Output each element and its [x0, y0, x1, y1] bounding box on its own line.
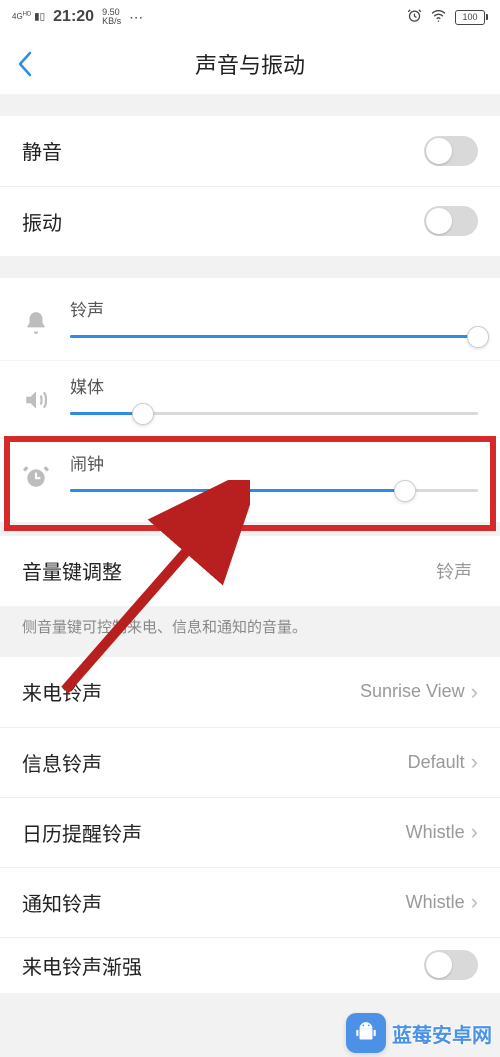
- silent-toggle[interactable]: [424, 136, 478, 166]
- calendar-value: Whistle: [406, 822, 465, 843]
- incoming-label: 来电铃声: [22, 677, 102, 706]
- volumekey-value: 铃声: [436, 558, 472, 584]
- incoming-value: Sunrise View: [360, 681, 465, 702]
- title-bar: 声音与振动: [0, 34, 500, 94]
- slider-ringtone[interactable]: [70, 335, 478, 338]
- row-silent[interactable]: 静音: [0, 116, 500, 186]
- chevron-right-icon: ›: [471, 889, 478, 915]
- volumekey-label: 音量键调整: [22, 556, 122, 585]
- slider-alarm-label: 闹钟: [70, 450, 478, 475]
- slider-alarm-fill: [70, 489, 405, 492]
- slider-alarm[interactable]: [70, 489, 478, 492]
- slider-ringtone-row: 铃声: [0, 278, 500, 360]
- row-vibrate[interactable]: 振动: [0, 186, 500, 256]
- back-button[interactable]: [0, 34, 50, 94]
- status-time: 21:20: [53, 8, 94, 26]
- slider-ringtone-fill: [70, 335, 478, 338]
- slider-media-label: 媒体: [70, 373, 478, 398]
- alarm-icon: [22, 450, 50, 500]
- chevron-right-icon: ›: [471, 679, 478, 705]
- alarm-status-icon: [407, 8, 422, 26]
- signal-icon: 4GHD ▮▯: [12, 12, 45, 23]
- vibrate-toggle[interactable]: [424, 206, 478, 236]
- status-bar: 4GHD ▮▯ 21:20 9.50 KB/s ⋯ 100: [0, 0, 500, 34]
- section-gap: [0, 256, 500, 278]
- more-dots-icon: ⋯: [129, 9, 144, 26]
- volumekey-help: 侧音量键可控制来电、信息和通知的音量。: [0, 606, 500, 657]
- notify-label: 通知铃声: [22, 888, 102, 917]
- speed-unit: KB/s: [102, 16, 121, 26]
- message-label: 信息铃声: [22, 748, 102, 777]
- watermark: 蓝莓安卓网: [346, 1013, 492, 1053]
- slider-media-thumb[interactable]: [132, 403, 154, 425]
- battery-icon: 100: [455, 10, 488, 25]
- status-speed: 9.50 KB/s: [102, 8, 121, 26]
- slider-media-row: 媒体: [0, 360, 500, 437]
- section-gap: [0, 94, 500, 116]
- message-value: Default: [408, 752, 465, 773]
- slider-ringtone-thumb[interactable]: [467, 326, 489, 348]
- wifi-icon: [430, 7, 447, 27]
- battery-level: 100: [462, 12, 477, 22]
- silent-label: 静音: [22, 136, 62, 165]
- section-gap: [0, 522, 500, 536]
- speaker-icon: [22, 373, 50, 423]
- row-message-ringtone[interactable]: 信息铃声 Default ›: [0, 727, 500, 797]
- status-left: 4GHD ▮▯ 21:20 9.50 KB/s ⋯: [12, 8, 144, 26]
- slider-alarm-thumb[interactable]: [394, 480, 416, 502]
- chevron-right-icon: ›: [471, 749, 478, 775]
- slider-alarm-row: 闹钟: [0, 437, 500, 522]
- row-volume-key[interactable]: 音量键调整 铃声: [0, 536, 500, 606]
- row-incoming-increase[interactable]: 来电铃声渐强: [0, 937, 500, 993]
- watermark-icon: [346, 1013, 386, 1053]
- vibrate-label: 振动: [22, 207, 62, 236]
- row-calendar-ringtone[interactable]: 日历提醒铃声 Whistle ›: [0, 797, 500, 867]
- page-title: 声音与振动: [0, 48, 500, 80]
- slider-media[interactable]: [70, 412, 478, 415]
- chevron-right-icon: ›: [471, 819, 478, 845]
- bell-icon: [22, 296, 50, 346]
- slider-ringtone-label: 铃声: [70, 296, 478, 321]
- calendar-label: 日历提醒铃声: [22, 818, 142, 847]
- watermark-text: 蓝莓安卓网: [392, 1019, 492, 1048]
- row-notify-ringtone[interactable]: 通知铃声 Whistle ›: [0, 867, 500, 937]
- increase-toggle[interactable]: [424, 950, 478, 980]
- row-incoming-ringtone[interactable]: 来电铃声 Sunrise View ›: [0, 657, 500, 727]
- notify-value: Whistle: [406, 892, 465, 913]
- increase-label: 来电铃声渐强: [22, 951, 142, 980]
- status-right: 100: [407, 7, 488, 27]
